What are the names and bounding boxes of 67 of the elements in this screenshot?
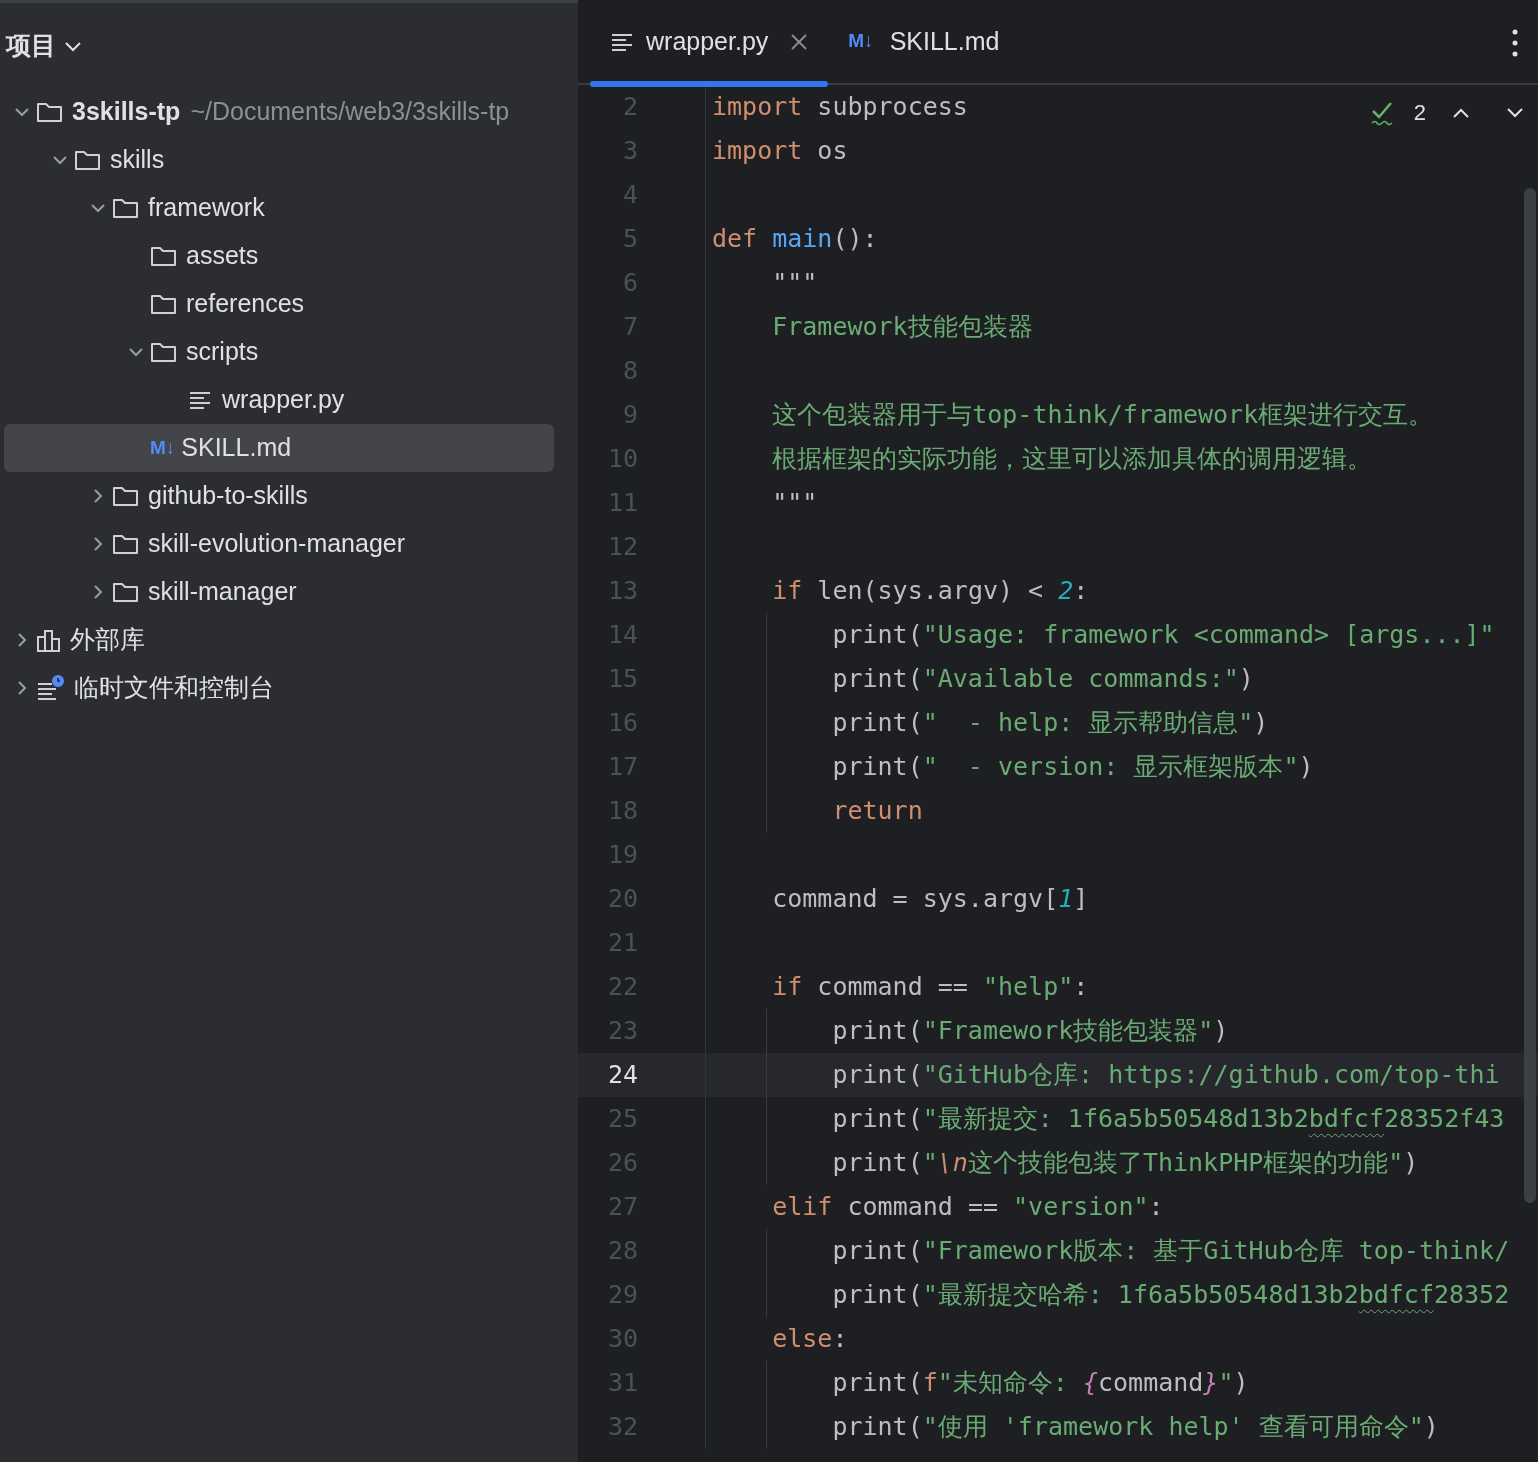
tree-item[interactable]: github-to-skills [4, 472, 554, 520]
tree-item[interactable]: 临时文件和控制台 [4, 664, 554, 712]
item-label: scripts [186, 336, 259, 368]
item-label: skill-manager [148, 576, 297, 608]
chevron-down-icon[interactable] [64, 39, 82, 52]
code-line: if command == "help": [771, 971, 1089, 1004]
item-label: github-to-skills [148, 480, 308, 512]
code-line: if len(sys.argv) < 2: [771, 575, 1089, 608]
code-line: print("最新提交: 1f6a5b50548d13b2bdfcf28352f43 [831, 1103, 1505, 1136]
code-line: print("Framework技能包装器") [831, 1015, 1229, 1048]
code-line: print(" - help: 显示帮助信息") [831, 707, 1269, 740]
code-line: """ [771, 267, 818, 300]
panel-title[interactable]: 项目 [6, 26, 56, 65]
tree-item[interactable]: assets [4, 232, 554, 280]
code-line: print("使用 'framework help' 查看可用命令") [831, 1411, 1439, 1444]
markdown-icon: M↓ [150, 433, 176, 463]
code-line: import os [712, 135, 848, 168]
code-line: print("最新提交哈希: 1f6a5b50548d13b2bdfcf28352 [831, 1279, 1510, 1312]
tree-item[interactable]: 3skills-tp ~/Documents/web3/3skills-tp [4, 88, 554, 136]
close-icon[interactable] [790, 32, 809, 51]
tree-item[interactable]: skill-evolution-manager [4, 520, 554, 568]
more-icon[interactable] [1512, 28, 1518, 58]
code-line: print("GitHub仓库: https://github.com/top-thi [831, 1059, 1500, 1092]
code-line: import subprocess [712, 91, 968, 124]
code-line: def main(): [712, 223, 878, 256]
markdown-icon: M↓ [848, 27, 874, 56]
item-label: skill-evolution-manager [148, 528, 406, 560]
code-line: Framework技能包装器 [771, 311, 1033, 344]
item-label: references [186, 288, 305, 320]
tree-item[interactable]: references [4, 280, 554, 328]
folder-path: ~/Documents/web3/3skills-tp [190, 96, 510, 128]
code-line: 根据框架的实际功能，这里可以添加具体的调用逻辑。 [771, 443, 1373, 476]
tree-item[interactable]: 外部库 [4, 616, 554, 664]
code-line: elif command == "version": [771, 1191, 1164, 1224]
code-line: print("Framework版本: 基于GitHub仓库 top-think/ [831, 1235, 1510, 1268]
code-line: else: [771, 1323, 848, 1356]
code-line: command = sys.argv[1] [771, 883, 1089, 916]
item-label: wrapper.py [222, 384, 345, 416]
code-line: print("Available commands:") [831, 663, 1254, 696]
line-number: 24 [606, 1059, 638, 1092]
tree-item[interactable]: scripts [4, 328, 554, 376]
chevron-down-icon[interactable] [1506, 105, 1524, 120]
item-label: 临时文件和控制台 [74, 672, 274, 704]
code-line: print(" - version: 显示框架版本") [831, 751, 1314, 784]
tree-item[interactable]: skills [4, 136, 554, 184]
library-icon [36, 627, 62, 653]
code-line: 这个包装器用于与top-think/framework框架进行交互。 [771, 399, 1434, 432]
scratch-file-icon [36, 674, 66, 702]
code-line: print(f"未知命令: {command}") [831, 1367, 1249, 1400]
item-label: SKILL.md [181, 432, 292, 464]
scrollbar[interactable] [1524, 188, 1536, 1203]
item-label: 外部库 [70, 624, 145, 656]
tree-item[interactable]: skill-manager [4, 568, 554, 616]
editor-tab[interactable]: M↓ SKILL.md [828, 0, 1020, 83]
code-line: """ [771, 487, 818, 520]
tree-item[interactable]: wrapper.py [4, 376, 554, 424]
item-label: skills [110, 144, 165, 176]
tree-item[interactable]: framework [4, 184, 554, 232]
tree-item[interactable]: M↓ SKILL.md [4, 424, 554, 472]
code-line: print("Usage: framework <command> [args...]" [831, 619, 1495, 652]
code-line: return [831, 795, 923, 828]
code-line: print("\n这个技能包装了ThinkPHP框架的功能") [831, 1147, 1419, 1180]
editor-tab[interactable]: wrapper.py [590, 0, 829, 83]
problem-count: 2 [1413, 99, 1426, 127]
item-label: 3skills-tp [72, 96, 181, 128]
item-label: assets [186, 240, 259, 272]
item-label: framework [148, 192, 265, 224]
